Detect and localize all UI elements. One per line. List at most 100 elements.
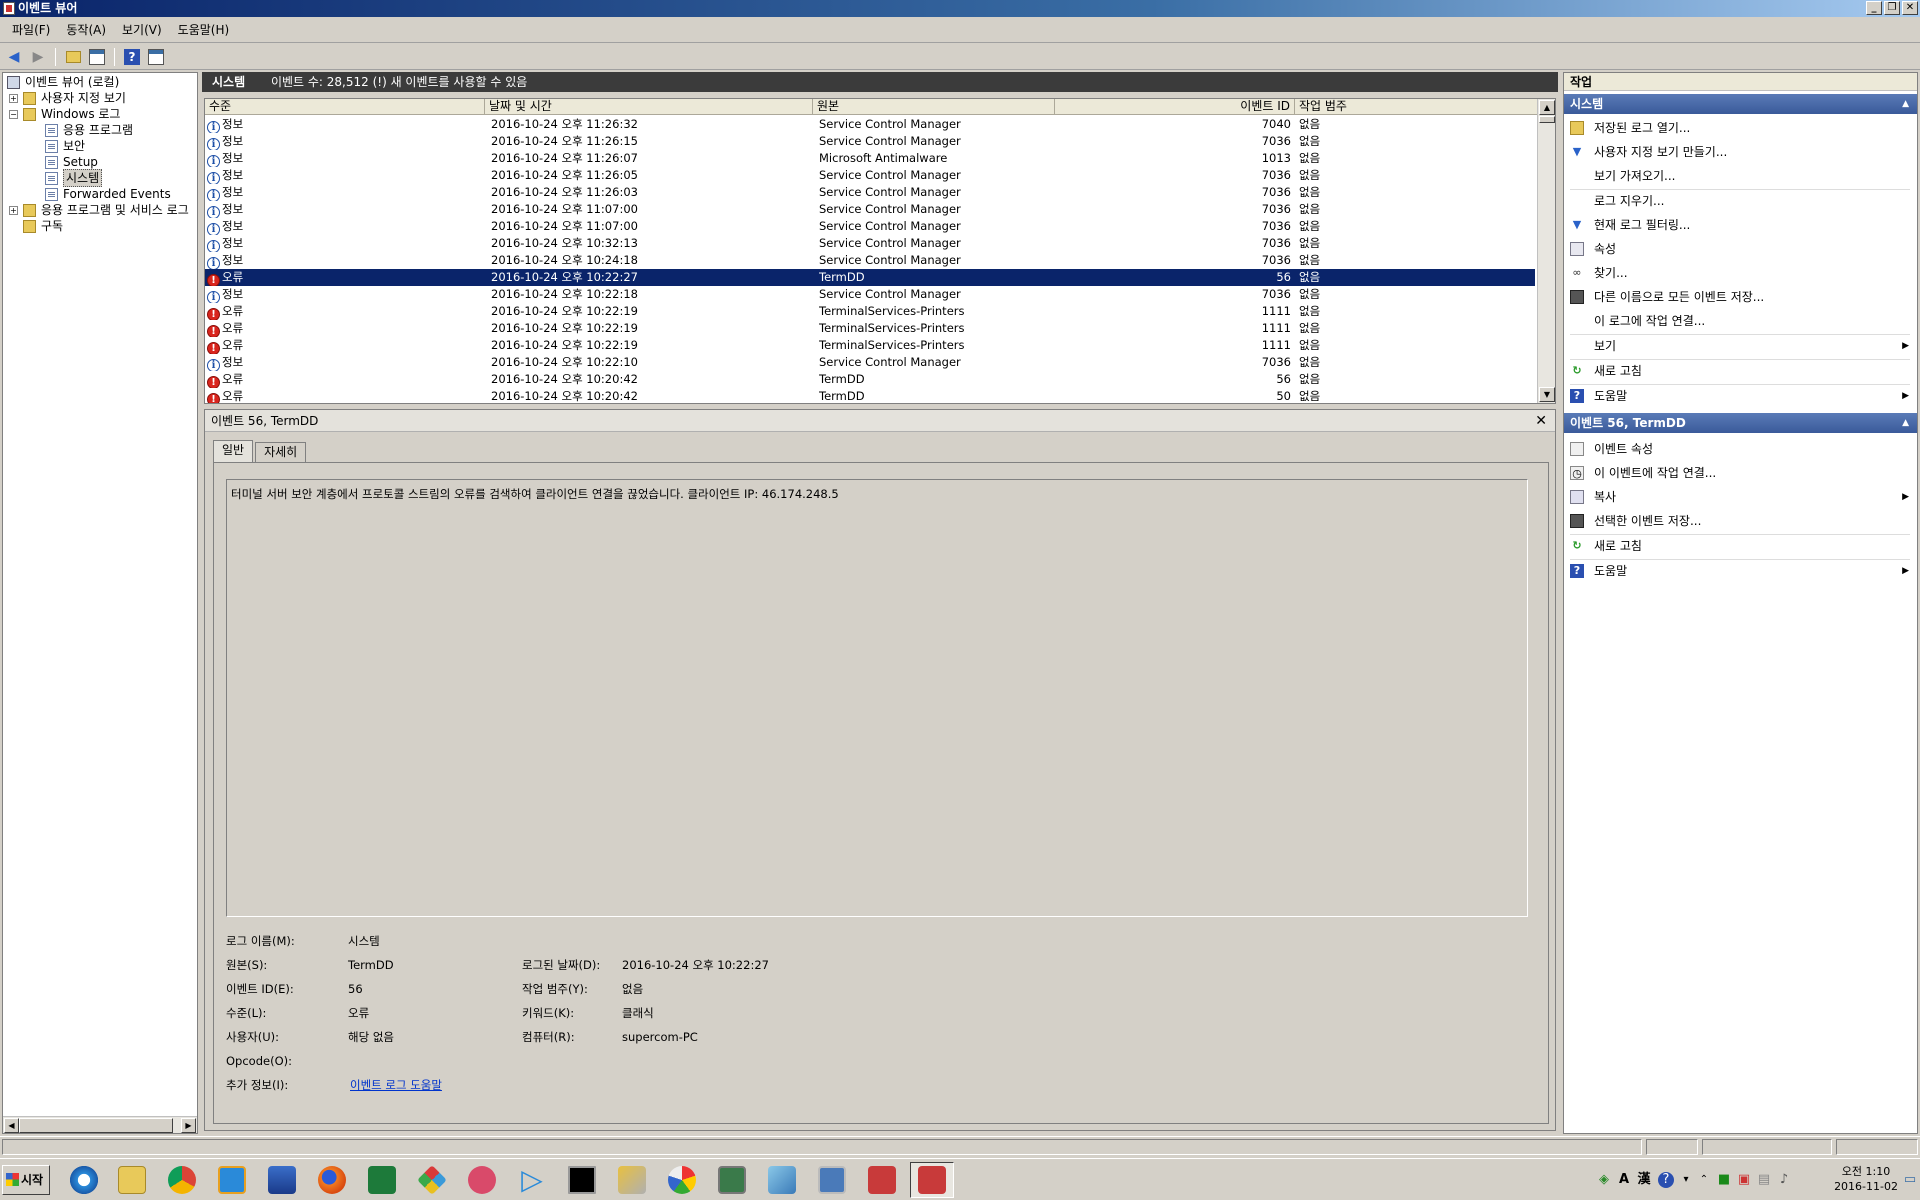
collapse-icon[interactable]: − — [9, 109, 18, 119]
event-row[interactable]: i 정보 2016-10-24 오후 11:07:00 Service Control… — [205, 201, 1535, 218]
title-bar[interactable]: 이벤트 뷰어 _ ❐ ✕ — [0, 0, 1920, 17]
menu-action[interactable]: 동작(A) — [58, 17, 114, 43]
language-bar-icon[interactable]: ◈ — [1596, 1172, 1612, 1188]
column-level[interactable]: 수준 — [205, 99, 485, 115]
taskbar-cmd[interactable] — [560, 1162, 604, 1198]
action-item[interactable]: 이벤트 속성 — [1564, 438, 1917, 460]
column-datetime[interactable]: 날짜 및 시간 — [485, 99, 813, 115]
ime-mode-a[interactable]: A — [1616, 1172, 1632, 1188]
taskbar-firefox[interactable] — [310, 1162, 354, 1198]
event-row[interactable]: ! 오류 2016-10-24 오후 10:20:42 TermDD 56 없음 — [205, 371, 1535, 388]
scroll-thumb[interactable] — [19, 1118, 173, 1133]
event-list-vertical-scrollbar[interactable]: ▲ ▼ — [1537, 99, 1555, 403]
event-row[interactable]: i 정보 2016-10-24 오후 11:26:07 Microsoft Antim… — [205, 150, 1535, 167]
value-computer[interactable]: supercom-PC — [622, 1029, 698, 1045]
show-hidden-icons-chevron-icon[interactable]: ⌃ — [1696, 1172, 1712, 1188]
column-task-category[interactable]: 작업 범주 — [1295, 99, 1537, 115]
event-message[interactable]: 터미널 서버 보안 계층에서 프로토콜 스트림의 오류를 검색하여 클라이언트 … — [226, 479, 1528, 917]
action-item[interactable]: ▼ 사용자 지정 보기 만들기... — [1564, 141, 1917, 163]
taskbar-app[interactable] — [210, 1162, 254, 1198]
event-row[interactable]: i 정보 2016-10-24 오후 11:26:15 Service Control… — [205, 133, 1535, 150]
action-item[interactable]: 다른 이름으로 모든 이벤트 저장... — [1564, 286, 1917, 308]
collapse-chevron-icon[interactable]: ▲ — [1902, 94, 1909, 114]
action-item[interactable]: 속성 — [1564, 238, 1917, 260]
taskbar-app[interactable] — [760, 1162, 804, 1198]
event-row[interactable]: ! 오류 2016-10-24 오후 10:22:19 TerminalService… — [205, 303, 1535, 320]
scroll-thumb[interactable] — [1539, 116, 1555, 123]
action-item[interactable]: 이 로그에 작업 연결... — [1564, 310, 1917, 332]
value-source[interactable]: TermDD — [348, 957, 394, 973]
value-log-name[interactable]: 시스템 — [348, 933, 380, 949]
scroll-down-arrow-icon[interactable]: ▼ — [1539, 387, 1555, 402]
tree-log-setup[interactable]: Setup — [45, 154, 98, 170]
show-hide-console-tree-icon[interactable] — [87, 47, 107, 67]
value-keywords[interactable]: 클래식 — [622, 1005, 654, 1021]
event-row[interactable]: i 정보 2016-10-24 오후 11:26:03 Service Control… — [205, 184, 1535, 201]
action-item[interactable]: ? 도움말 ▶ — [1564, 385, 1917, 407]
action-item[interactable]: 보기 ▶ — [1564, 335, 1917, 357]
action-item[interactable]: 로그 지우기... — [1564, 190, 1917, 212]
column-source[interactable]: 원본 — [813, 99, 1055, 115]
event-row[interactable]: ! 오류 2016-10-24 오후 10:20:42 TermDD 50 없음 — [205, 388, 1535, 403]
up-folder-icon[interactable] — [63, 47, 83, 67]
event-row[interactable]: i 정보 2016-10-24 오후 10:22:18 Service Control… — [205, 286, 1535, 303]
event-row[interactable]: i 정보 2016-10-24 오후 11:26:05 Service Control… — [205, 167, 1535, 184]
tree-log-forwarded-events[interactable]: Forwarded Events — [45, 186, 171, 202]
column-event-id[interactable]: 이벤트 ID — [1055, 99, 1295, 115]
close-button[interactable]: ✕ — [1902, 1, 1918, 15]
expand-icon[interactable]: + — [9, 205, 18, 215]
tree-log-security[interactable]: 보안 — [45, 138, 85, 154]
tree-custom-views[interactable]: + 사용자 지정 보기 — [9, 90, 126, 106]
event-row[interactable]: ! 오류 2016-10-24 오후 10:22:27 TermDD 56 없음 — [205, 269, 1535, 286]
taskbar-explorer[interactable] — [110, 1162, 154, 1198]
expand-icon[interactable]: + — [9, 93, 18, 103]
tree-windows-logs[interactable]: − Windows 로그 — [9, 106, 120, 122]
event-row[interactable]: i 정보 2016-10-24 오후 10:32:13 Service Control… — [205, 235, 1535, 252]
event-row[interactable]: i 정보 2016-10-24 오후 10:22:10 Service Control… — [205, 354, 1535, 371]
tree-root[interactable]: 이벤트 뷰어 (로컬) — [7, 74, 119, 90]
help-icon[interactable]: ? — [1658, 1172, 1674, 1188]
taskbar-network[interactable] — [260, 1162, 304, 1198]
taskbar-app[interactable] — [460, 1162, 504, 1198]
value-level[interactable]: 오류 — [348, 1005, 369, 1021]
taskbar-app[interactable] — [810, 1162, 854, 1198]
tree-subscriptions[interactable]: 구독 — [23, 218, 63, 234]
ime-hanja[interactable]: 漢 — [1636, 1172, 1652, 1188]
action-item[interactable]: ∞ 찾기... — [1564, 262, 1917, 284]
ime-options-icon[interactable]: ▾ — [1678, 1172, 1694, 1188]
tree-log-system[interactable]: 시스템 — [45, 169, 103, 187]
event-row[interactable]: ! 오류 2016-10-24 오후 10:22:19 TerminalService… — [205, 320, 1535, 337]
actions-section-event[interactable]: 이벤트 56, TermDD ▲ — [1564, 413, 1917, 433]
action-item[interactable]: 저장된 로그 열기... — [1564, 117, 1917, 139]
action-item[interactable]: 복사 ▶ — [1564, 486, 1917, 508]
taskbar-app[interactable] — [710, 1162, 754, 1198]
minimize-button[interactable]: _ — [1866, 1, 1882, 15]
forward-arrow-icon[interactable]: ▶ — [28, 47, 48, 67]
taskbar-paint[interactable] — [660, 1162, 704, 1198]
value-event-id[interactable]: 56 — [348, 981, 363, 997]
tree-horizontal-scrollbar[interactable]: ◀ ▶ — [3, 1116, 197, 1133]
green-status-icon[interactable]: ■ — [1716, 1172, 1732, 1188]
close-icon[interactable]: ✕ — [1535, 412, 1547, 430]
event-row[interactable]: ! 오류 2016-10-24 오후 10:22:19 TerminalService… — [205, 337, 1535, 354]
action-item[interactable]: ↻ 새로 고침 — [1564, 535, 1917, 557]
action-item[interactable]: ↻ 새로 고침 — [1564, 360, 1917, 382]
taskbar-internet-explorer[interactable] — [62, 1162, 106, 1198]
show-desktop-icon[interactable]: ▭ — [1902, 1172, 1918, 1188]
network-warning-icon[interactable]: ▣ — [1736, 1172, 1752, 1188]
value-user[interactable]: 해당 없음 — [348, 1029, 394, 1045]
value-task-category[interactable]: 없음 — [622, 981, 643, 997]
action-item[interactable]: ▼ 현재 로그 필터링... — [1564, 214, 1917, 236]
event-row[interactable]: i 정보 2016-10-24 오후 11:26:32 Service Control… — [205, 116, 1535, 133]
menu-file[interactable]: 파일(F) — [4, 17, 58, 43]
tab-general[interactable]: 일반 — [213, 440, 254, 462]
event-log-help-link[interactable]: 이벤트 로그 도움말 — [350, 1077, 442, 1093]
tree-log-application[interactable]: 응용 프로그램 — [45, 122, 133, 138]
event-count-info[interactable]: 이벤트 수: 28,512 (!) 새 이벤트를 사용할 수 있음 — [271, 75, 527, 89]
scroll-right-arrow-icon[interactable]: ▶ — [181, 1118, 196, 1133]
taskbar-media-player[interactable]: ▷ — [510, 1162, 554, 1198]
action-item[interactable]: ? 도움말 ▶ — [1564, 560, 1917, 582]
help-icon[interactable]: ? — [122, 47, 142, 67]
taskbar-excel[interactable] — [360, 1162, 404, 1198]
tab-details[interactable]: 자세히 — [255, 442, 307, 462]
